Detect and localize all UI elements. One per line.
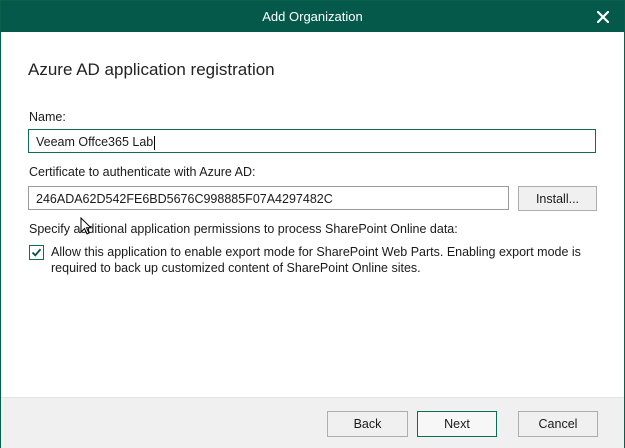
- page-title: Azure AD application registration: [28, 60, 275, 79]
- certificate-value: 246ADA62D542FE6BD5676C998885F07A4297482C: [36, 192, 333, 206]
- name-label: Name:: [29, 110, 66, 124]
- close-button[interactable]: [592, 6, 614, 28]
- certificate-label: Certificate to authenticate with Azure A…: [29, 165, 256, 179]
- add-organization-dialog: Add Organization Azure AD application re…: [0, 0, 625, 448]
- export-mode-description[interactable]: Allow this application to enable export …: [51, 244, 611, 276]
- mouse-pointer-icon: [80, 217, 92, 235]
- window-title: Add Organization: [262, 9, 363, 24]
- export-mode-checkbox[interactable]: [29, 245, 44, 260]
- name-input[interactable]: Veeam Offce365 Lab: [28, 129, 596, 153]
- back-button[interactable]: Back: [327, 411, 408, 437]
- title-bar: Add Organization: [1, 1, 624, 32]
- dialog-footer: Back Next Cancel: [1, 397, 624, 448]
- name-input-value: Veeam Offce365 Lab: [36, 135, 154, 149]
- next-button[interactable]: Next: [417, 411, 497, 437]
- text-caret: [154, 135, 156, 150]
- dialog-content: Azure AD application registration Name: …: [1, 32, 624, 397]
- permissions-label: Specify additional application permissio…: [29, 222, 458, 236]
- install-button[interactable]: Install...: [518, 186, 597, 211]
- cancel-button[interactable]: Cancel: [518, 411, 598, 437]
- close-icon: [597, 11, 609, 23]
- checkmark-icon: [31, 248, 42, 257]
- certificate-field[interactable]: 246ADA62D542FE6BD5676C998885F07A4297482C: [28, 186, 509, 210]
